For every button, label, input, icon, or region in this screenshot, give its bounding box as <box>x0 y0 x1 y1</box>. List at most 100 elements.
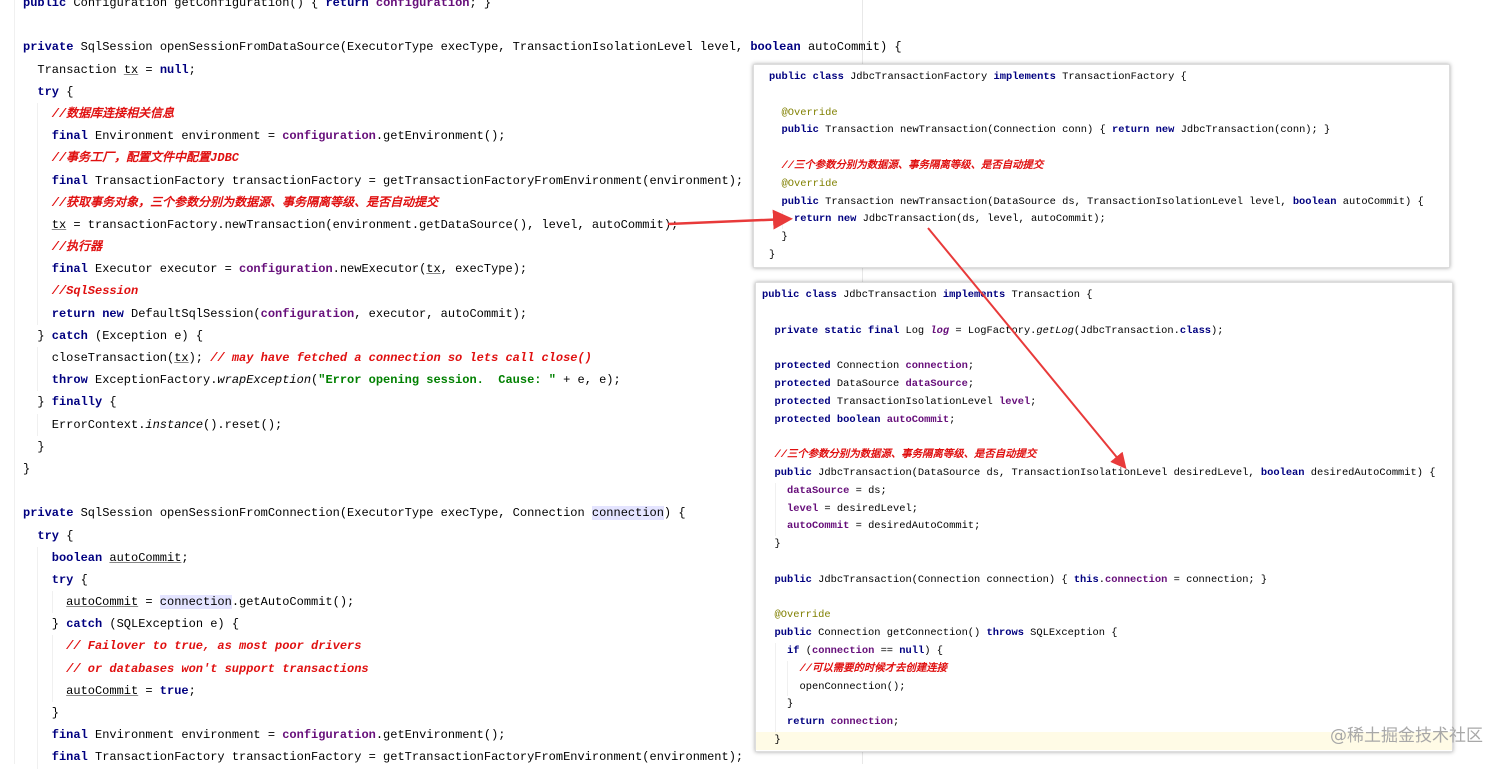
code-line: if (connection == null) { <box>756 642 1452 661</box>
jdbc-transaction-factory-snippet: public class JdbcTransactionFactory impl… <box>753 64 1450 268</box>
indent-guide <box>769 122 782 140</box>
keyword: throws <box>986 627 1031 640</box>
indent-guide <box>23 591 37 613</box>
code-text: Transaction { <box>1011 289 1093 301</box>
code-text: = <box>138 62 160 77</box>
keyword: if <box>787 644 806 657</box>
code-text: } <box>37 439 45 454</box>
highlighted-identifier: connection <box>591 506 664 521</box>
keyword: true <box>159 683 189 698</box>
indent-guide <box>23 103 37 125</box>
code-text: Environment environment = <box>95 129 283 144</box>
indent-guide <box>37 546 51 569</box>
code-line: } <box>754 229 1449 247</box>
code-text: { <box>66 84 74 99</box>
indent-guide <box>774 696 788 715</box>
keyword: public <box>23 0 74 10</box>
indent-guide <box>774 660 788 679</box>
keyword: boolean <box>1292 195 1343 208</box>
code-text: JdbcTransaction(Connection connection) { <box>818 573 1074 586</box>
indent-guide <box>769 194 782 212</box>
indent-guide <box>23 746 37 768</box>
code-text: ; <box>967 360 975 373</box>
code-text: TransactionFactory transactionFactory = … <box>95 750 744 765</box>
keyword: throw <box>51 373 95 388</box>
indent-guide <box>769 176 782 194</box>
indent-guide <box>51 635 66 658</box>
code-text: ; <box>188 62 196 77</box>
field: dataSource <box>905 377 968 390</box>
code-text: JdbcTransaction <box>843 289 943 301</box>
indent-guide <box>23 680 37 702</box>
annotation: @Override <box>781 106 838 119</box>
code-text: desiredAutoCommit) { <box>1310 466 1436 479</box>
comment: //获取事务对象，三个参数分别为数据源、事务隔离等级、是否自动提交 <box>51 195 439 210</box>
indent-guide <box>51 657 66 680</box>
field: connection <box>1105 573 1168 586</box>
code-text: SqlSession openSessionFromConnection(Exe… <box>80 506 592 521</box>
string-literal: "Error opening session. Cause: " <box>318 373 556 388</box>
keyword: return new <box>794 213 863 226</box>
code-text: = desiredAutoCommit; <box>849 520 981 533</box>
code-text: .getEnvironment(); <box>375 129 506 144</box>
code-text: } <box>787 698 794 711</box>
keyword: protected <box>774 395 837 408</box>
keyword: protected <box>774 377 837 390</box>
code-line: public Connection getConnection() throws… <box>756 625 1452 643</box>
code-text: = ds; <box>849 484 887 497</box>
code-text: (SQLException e) { <box>109 617 240 632</box>
keyword: private static final <box>774 324 906 337</box>
variable: autoCommit <box>66 595 139 610</box>
indent-guide <box>23 613 37 635</box>
code-text: + e, e); <box>555 373 621 388</box>
code-text: DataSource <box>836 377 906 390</box>
editor-gutter <box>0 0 15 764</box>
code-text: , executor, autoCommit); <box>354 306 528 321</box>
keyword: public <box>774 627 819 640</box>
comment: //数据库连接相关信息 <box>51 106 175 121</box>
keyword: return new <box>1112 124 1181 137</box>
code-text: ) { <box>924 644 943 657</box>
static-field: log <box>930 324 950 337</box>
indent-guide <box>774 642 788 661</box>
indent-guide <box>774 714 788 732</box>
field: configuration <box>282 129 376 144</box>
highlighted-identifier: connection <box>159 595 232 610</box>
keyword: boolean <box>750 40 808 55</box>
code-line: //可以需要的时候才去创建连接 <box>756 660 1452 679</box>
keyword: return <box>325 0 376 10</box>
field: level <box>998 395 1031 408</box>
indent-guide <box>51 591 66 614</box>
code-text: JdbcTransaction(conn); } <box>1180 124 1331 137</box>
keyword: public <box>774 466 819 479</box>
indent-guide <box>787 678 800 697</box>
indent-guide <box>37 635 51 658</box>
indent-guide <box>23 347 37 369</box>
indent-guide <box>37 147 51 170</box>
comment: // or databases won't support transactio… <box>66 661 369 676</box>
keyword: protected boolean <box>774 413 887 426</box>
indent-guide <box>762 323 775 341</box>
code-text: { <box>66 528 74 543</box>
variable: tx <box>123 62 139 77</box>
indent-guide <box>23 325 37 347</box>
code-line: @Override <box>754 105 1449 123</box>
indent-guide <box>762 643 775 661</box>
code-text: = <box>138 683 160 698</box>
indent-guide <box>774 518 788 537</box>
indent-guide <box>23 280 37 302</box>
field: dataSource <box>787 484 850 497</box>
code-line: openConnection(); <box>756 678 1452 697</box>
indent-guide <box>774 500 788 519</box>
code-text: } <box>781 231 788 244</box>
code-text: Transaction <box>37 62 124 77</box>
code-text: DefaultSqlSession( <box>131 306 261 321</box>
code-line: @Override <box>756 607 1452 625</box>
comment: //三个参数分别为数据源、事务隔离等级、是否自动提交 <box>774 449 1037 462</box>
code-text: ; <box>188 683 196 698</box>
code-text: Transaction newTransaction(Connection co… <box>825 124 1112 137</box>
code-text: .getEnvironment(); <box>375 728 506 743</box>
indent-guide <box>37 302 51 325</box>
